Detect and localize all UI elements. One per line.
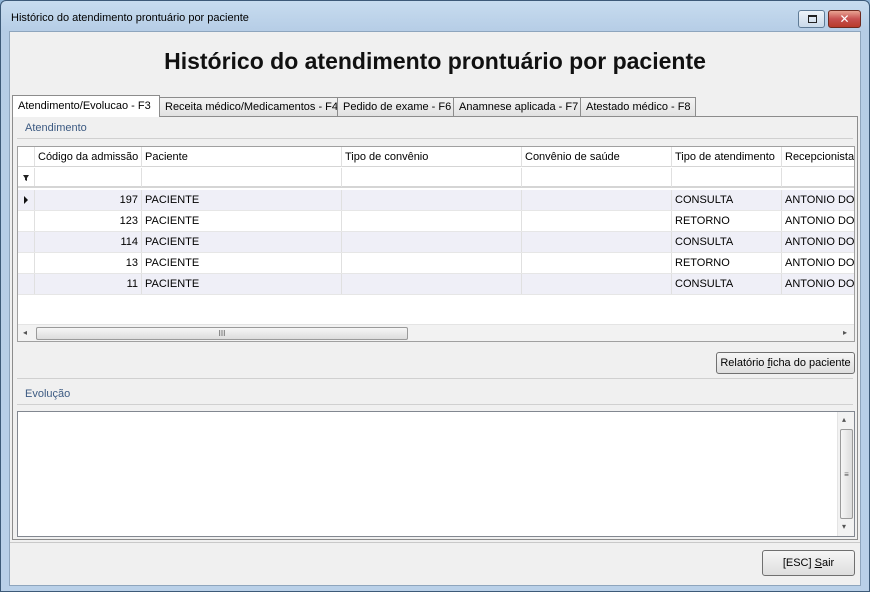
column-header-tipo-convenio[interactable]: Tipo de convênio xyxy=(342,147,522,167)
row-indicator xyxy=(18,232,35,252)
tab-anamnese-aplicada[interactable]: Anamnese aplicada - F7 xyxy=(453,97,581,117)
cell-codigo[interactable]: 197 xyxy=(35,190,142,210)
filter-indicator[interactable] xyxy=(18,168,35,186)
column-header-recepcionista[interactable]: Recepcionista xyxy=(782,147,854,167)
current-row-arrow-icon xyxy=(24,196,28,204)
vertical-scroll-thumb[interactable]: ≡ xyxy=(840,429,853,519)
table-row[interactable]: 11 PACIENTE CONSULTA ANTONIO DOS xyxy=(18,274,854,295)
sair-button-label-post: air xyxy=(821,557,835,569)
tab-pedido-exame[interactable]: Pedido de exame - F6 xyxy=(337,97,454,117)
sair-button[interactable]: [ESC] Sair xyxy=(762,550,855,576)
relatorio-button-label-pre: Relatório xyxy=(720,357,768,369)
cell-paciente[interactable]: PACIENTE xyxy=(142,274,342,294)
cell-tipo-convenio[interactable] xyxy=(342,190,522,210)
column-header-tipo-atendimento[interactable]: Tipo de atendimento xyxy=(672,147,782,167)
tab-atestado-medico[interactable]: Atestado médico - F8 xyxy=(580,97,696,117)
tab-atendimento-evolucao[interactable]: Atendimento/Evolucao - F3 xyxy=(12,95,160,117)
table-row[interactable]: 13 PACIENTE RETORNO ANTONIO DOS xyxy=(18,253,854,274)
restore-icon xyxy=(808,15,817,23)
table-row[interactable]: 114 PACIENTE CONSULTA ANTONIO DOS xyxy=(18,232,854,253)
scroll-right-icon[interactable]: ▸ xyxy=(843,328,847,337)
cell-convenio-saude[interactable] xyxy=(522,274,672,294)
sair-button-accel: S xyxy=(814,557,822,569)
cell-codigo[interactable]: 123 xyxy=(35,211,142,231)
cell-codigo[interactable]: 11 xyxy=(35,274,142,294)
filter-cell-tipo-convenio[interactable] xyxy=(342,168,522,187)
cell-convenio-saude[interactable] xyxy=(522,232,672,252)
tab-strip: Atendimento/Evolucao - F3 Receita médico… xyxy=(12,95,858,117)
cell-recepcionista[interactable]: ANTONIO DOS xyxy=(782,190,854,210)
row-indicator xyxy=(18,274,35,294)
cell-paciente[interactable]: PACIENTE xyxy=(142,253,342,273)
page-title: Histórico do atendimento prontuário por … xyxy=(164,48,706,74)
relatorio-button-label-post: icha do paciente xyxy=(770,357,851,369)
cell-recepcionista[interactable]: ANTONIO DOS xyxy=(782,232,854,252)
cell-tipo-atendimento[interactable]: RETORNO xyxy=(672,253,782,273)
evolucao-textarea[interactable]: ▴ ≡ ▾ xyxy=(17,411,855,537)
app-window: Histórico do atendimento prontuário por … xyxy=(0,0,870,592)
cell-tipo-atendimento[interactable]: CONSULTA xyxy=(672,190,782,210)
cell-paciente[interactable]: PACIENTE xyxy=(142,190,342,210)
cell-tipo-atendimento[interactable]: RETORNO xyxy=(672,211,782,231)
cell-tipo-atendimento[interactable]: CONSULTA xyxy=(672,274,782,294)
cell-paciente[interactable]: PACIENTE xyxy=(142,211,342,231)
footer-divider xyxy=(10,542,860,543)
filter-cell-convenio-saude[interactable] xyxy=(522,168,672,187)
cell-recepcionista[interactable]: ANTONIO DOS xyxy=(782,253,854,273)
evolucao-caption: Evolução xyxy=(25,388,71,400)
column-header-codigo[interactable]: Código da admissão xyxy=(35,147,142,167)
cell-tipo-atendimento[interactable]: CONSULTA xyxy=(672,232,782,252)
grid-horizontal-scrollbar[interactable]: ◂ III ▸ xyxy=(18,324,854,341)
tab-panel-atendimento: Atendimento Código da admissão Paciente … xyxy=(12,116,858,540)
scroll-up-icon[interactable]: ▴ xyxy=(842,415,846,424)
table-row[interactable]: 197 PACIENTE CONSULTA ANTONIO DOS xyxy=(18,190,854,211)
close-button[interactable]: ✕ xyxy=(828,10,861,28)
cell-tipo-convenio[interactable] xyxy=(342,232,522,252)
client-area: Histórico do atendimento prontuário por … xyxy=(9,31,861,586)
filter-cell-paciente[interactable] xyxy=(142,168,342,187)
cell-convenio-saude[interactable] xyxy=(522,190,672,210)
filter-cell-tipo-atendimento[interactable] xyxy=(672,168,782,187)
table-row[interactable]: 123 PACIENTE RETORNO ANTONIO DOS xyxy=(18,211,854,232)
cell-tipo-convenio[interactable] xyxy=(342,253,522,273)
tab-receita-medicamentos[interactable]: Receita médico/Medicamentos - F4 xyxy=(159,97,338,117)
cell-convenio-saude[interactable] xyxy=(522,253,672,273)
scroll-down-icon[interactable]: ▾ xyxy=(842,522,846,531)
cell-convenio-saude[interactable] xyxy=(522,211,672,231)
grid-header: Código da admissão Paciente Tipo de conv… xyxy=(18,147,854,167)
window-title: Histórico do atendimento prontuário por … xyxy=(11,12,249,24)
title-bar[interactable]: Histórico do atendimento prontuário por … xyxy=(1,1,869,31)
filter-row xyxy=(18,168,854,188)
cell-codigo[interactable]: 114 xyxy=(35,232,142,252)
sair-button-label-pre: [ESC] xyxy=(782,557,815,569)
evolucao-vertical-scrollbar[interactable]: ▴ ≡ ▾ xyxy=(837,412,854,536)
close-icon: ✕ xyxy=(839,12,850,26)
section-divider xyxy=(17,378,853,379)
column-header-paciente[interactable]: Paciente xyxy=(142,147,342,167)
horizontal-scroll-thumb[interactable]: III xyxy=(36,327,408,340)
cell-codigo[interactable]: 13 xyxy=(35,253,142,273)
row-indicator xyxy=(18,190,35,210)
atendimento-grid[interactable]: Código da admissão Paciente Tipo de conv… xyxy=(17,146,855,342)
atendimento-caption: Atendimento xyxy=(25,122,87,134)
restore-button[interactable] xyxy=(798,10,825,28)
cell-tipo-convenio[interactable] xyxy=(342,211,522,231)
cell-recepcionista[interactable]: ANTONIO DOS xyxy=(782,211,854,231)
evolucao-divider xyxy=(17,404,853,405)
row-indicator xyxy=(18,253,35,273)
scroll-left-icon[interactable]: ◂ xyxy=(23,328,27,337)
atendimento-divider xyxy=(17,138,853,139)
cell-recepcionista[interactable]: ANTONIO DOS xyxy=(782,274,854,294)
relatorio-ficha-paciente-button[interactable]: Relatório ficha do paciente xyxy=(716,352,855,374)
filter-cell-codigo[interactable] xyxy=(35,168,142,187)
filter-cell-recepcionista[interactable] xyxy=(782,168,854,187)
cell-tipo-convenio[interactable] xyxy=(342,274,522,294)
funnel-icon xyxy=(23,175,29,181)
row-indicator xyxy=(18,211,35,231)
cell-paciente[interactable]: PACIENTE xyxy=(142,232,342,252)
header-panel: Histórico do atendimento prontuário por … xyxy=(10,32,860,92)
header-indicator xyxy=(18,147,35,166)
column-header-convenio-saude[interactable]: Convênio de saúde xyxy=(522,147,672,167)
